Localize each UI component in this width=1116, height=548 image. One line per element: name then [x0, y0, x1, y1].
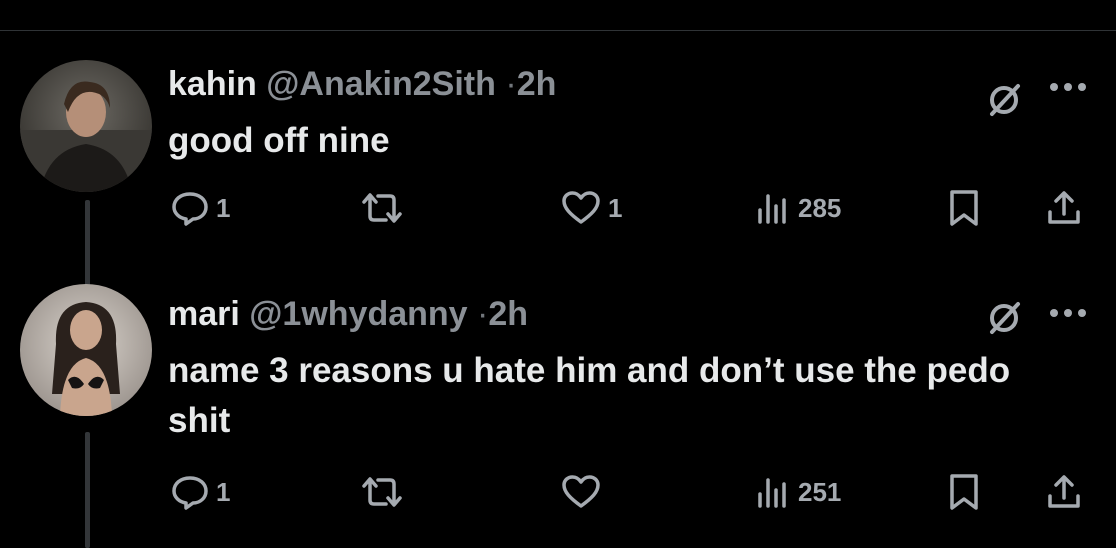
separator: ·	[477, 295, 489, 333]
reply-count: 1	[216, 476, 231, 507]
display-name[interactable]: mari	[168, 295, 240, 333]
grok-icon[interactable]	[982, 296, 1026, 340]
thread-line	[85, 432, 90, 548]
avatar-image	[20, 284, 152, 416]
reply-icon	[172, 476, 208, 510]
tweet-2[interactable]: mari @1whydanny ·2h name 3 reasons u hat…	[0, 0, 1116, 548]
views-button[interactable]: 251	[752, 472, 841, 512]
bookmark-icon	[950, 474, 978, 510]
bookmark-button[interactable]	[944, 472, 984, 512]
views-icon	[758, 478, 786, 508]
tweet-header: mari @1whydanny ·2h	[168, 294, 528, 334]
tweet-text: name 3 reasons u hate him and don’t use …	[168, 351, 1011, 440]
timestamp[interactable]: 2h	[488, 295, 528, 333]
like-button[interactable]	[560, 472, 608, 512]
like-icon	[562, 475, 600, 508]
retweet-button[interactable]	[358, 472, 412, 512]
retweet-icon	[362, 477, 402, 507]
share-button[interactable]	[1044, 472, 1084, 512]
more-icon[interactable]	[1048, 307, 1088, 319]
user-handle[interactable]: @1whydanny	[249, 295, 467, 333]
share-icon	[1048, 475, 1080, 508]
view-count: 251	[798, 476, 842, 507]
avatar[interactable]	[20, 284, 152, 416]
reply-button[interactable]: 1	[170, 472, 230, 512]
